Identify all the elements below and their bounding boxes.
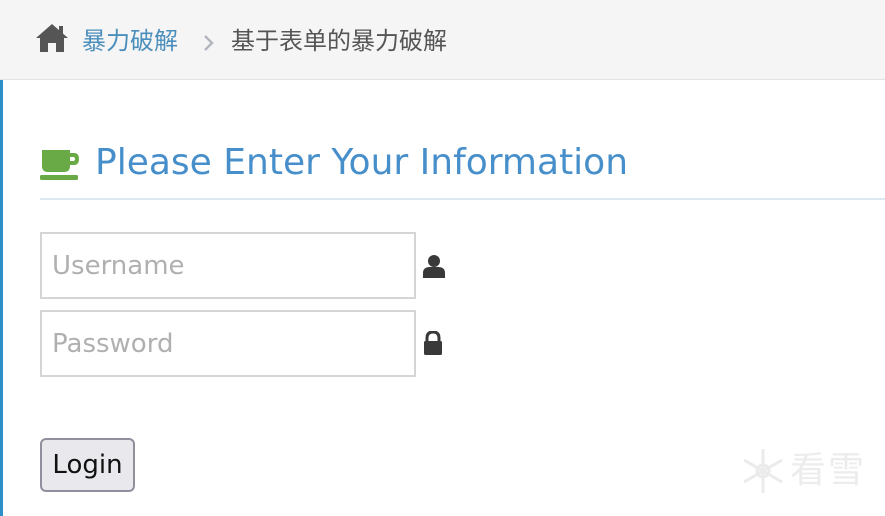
home-icon[interactable]	[34, 22, 70, 54]
content-accent-border	[0, 80, 3, 516]
coffee-cup-icon	[40, 150, 79, 180]
chevron-right-icon	[204, 35, 214, 51]
user-icon	[423, 255, 445, 278]
login-button[interactable]: Login	[40, 438, 135, 492]
breadcrumb-link-brute-force[interactable]: 暴力破解	[82, 24, 178, 58]
username-input[interactable]	[40, 232, 416, 299]
page-title: Please Enter Your Information	[95, 142, 629, 183]
breadcrumb: 暴力破解 基于表单的暴力破解	[0, 0, 885, 80]
watermark-text: 看雪	[790, 450, 867, 491]
breadcrumb-current: 基于表单的暴力破解	[231, 27, 447, 55]
lock-icon	[424, 331, 442, 355]
password-input[interactable]	[40, 310, 416, 377]
snowflake-icon	[743, 449, 783, 493]
header-divider	[40, 198, 885, 200]
